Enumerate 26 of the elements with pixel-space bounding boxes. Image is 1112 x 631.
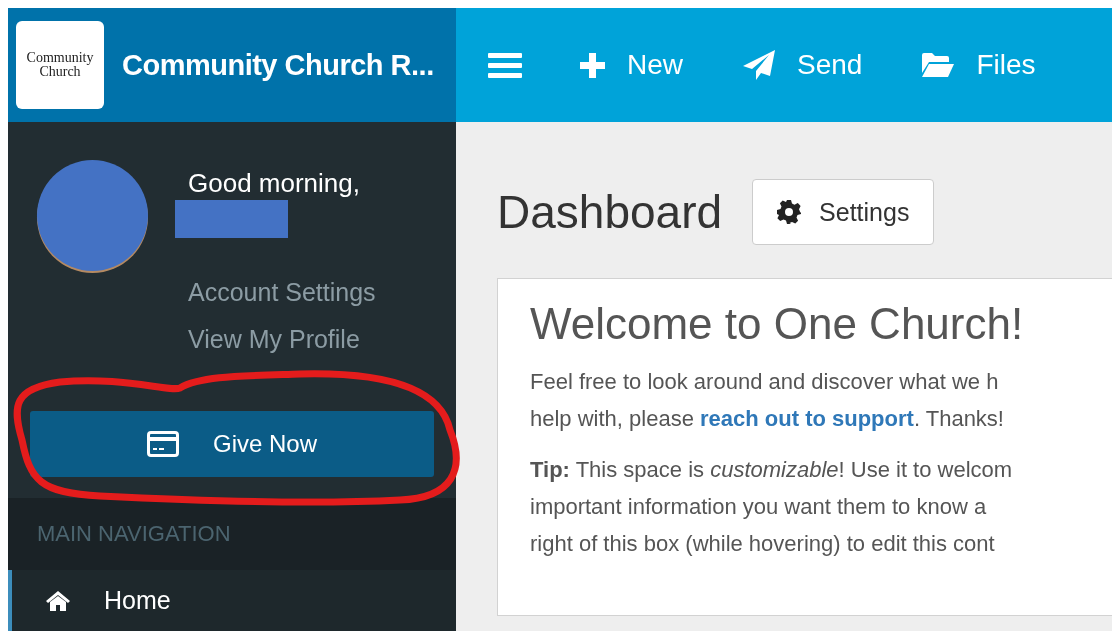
nav-section-header: MAIN NAVIGATION — [37, 521, 231, 548]
nav-item[interactable]: Home — [8, 570, 456, 631]
profile-link[interactable]: View My Profile — [188, 325, 376, 354]
card-heading: Welcome to One Church! — [530, 299, 1025, 349]
text-line: Feel free to look around and discover what we h — [530, 368, 999, 396]
paper-plane-icon — [743, 50, 775, 80]
plus-icon — [580, 52, 605, 78]
page-title: Dashboard — [497, 185, 723, 239]
settings-button[interactable]: Settings — [752, 179, 935, 245]
profile-link[interactable]: Account Settings — [188, 278, 376, 307]
give-now-button[interactable]: Give Now — [30, 411, 434, 478]
folder-icon — [922, 53, 955, 77]
new-button[interactable]: New — [580, 49, 713, 81]
text-line: Tip: This space is customizable! Use it to welcom — [530, 456, 1013, 484]
greeting: Good morning, — [188, 168, 360, 198]
app-title: Community Church R... — [122, 48, 434, 82]
logo: Community Church — [16, 21, 104, 109]
settings-icon — [777, 200, 802, 224]
support-link[interactable]: reach out to support — [700, 406, 914, 431]
credit-card-icon — [147, 431, 179, 458]
text-line: help with, please reach out to support. Thanks! — [530, 405, 1004, 433]
text-line: important information you want them to know a — [530, 493, 987, 521]
files-button[interactable]: Files — [922, 49, 1066, 81]
send-button[interactable]: Send — [743, 49, 893, 81]
home-icon — [46, 590, 70, 611]
text-line: right of this box (while hovering) to edit this cont — [530, 530, 995, 558]
